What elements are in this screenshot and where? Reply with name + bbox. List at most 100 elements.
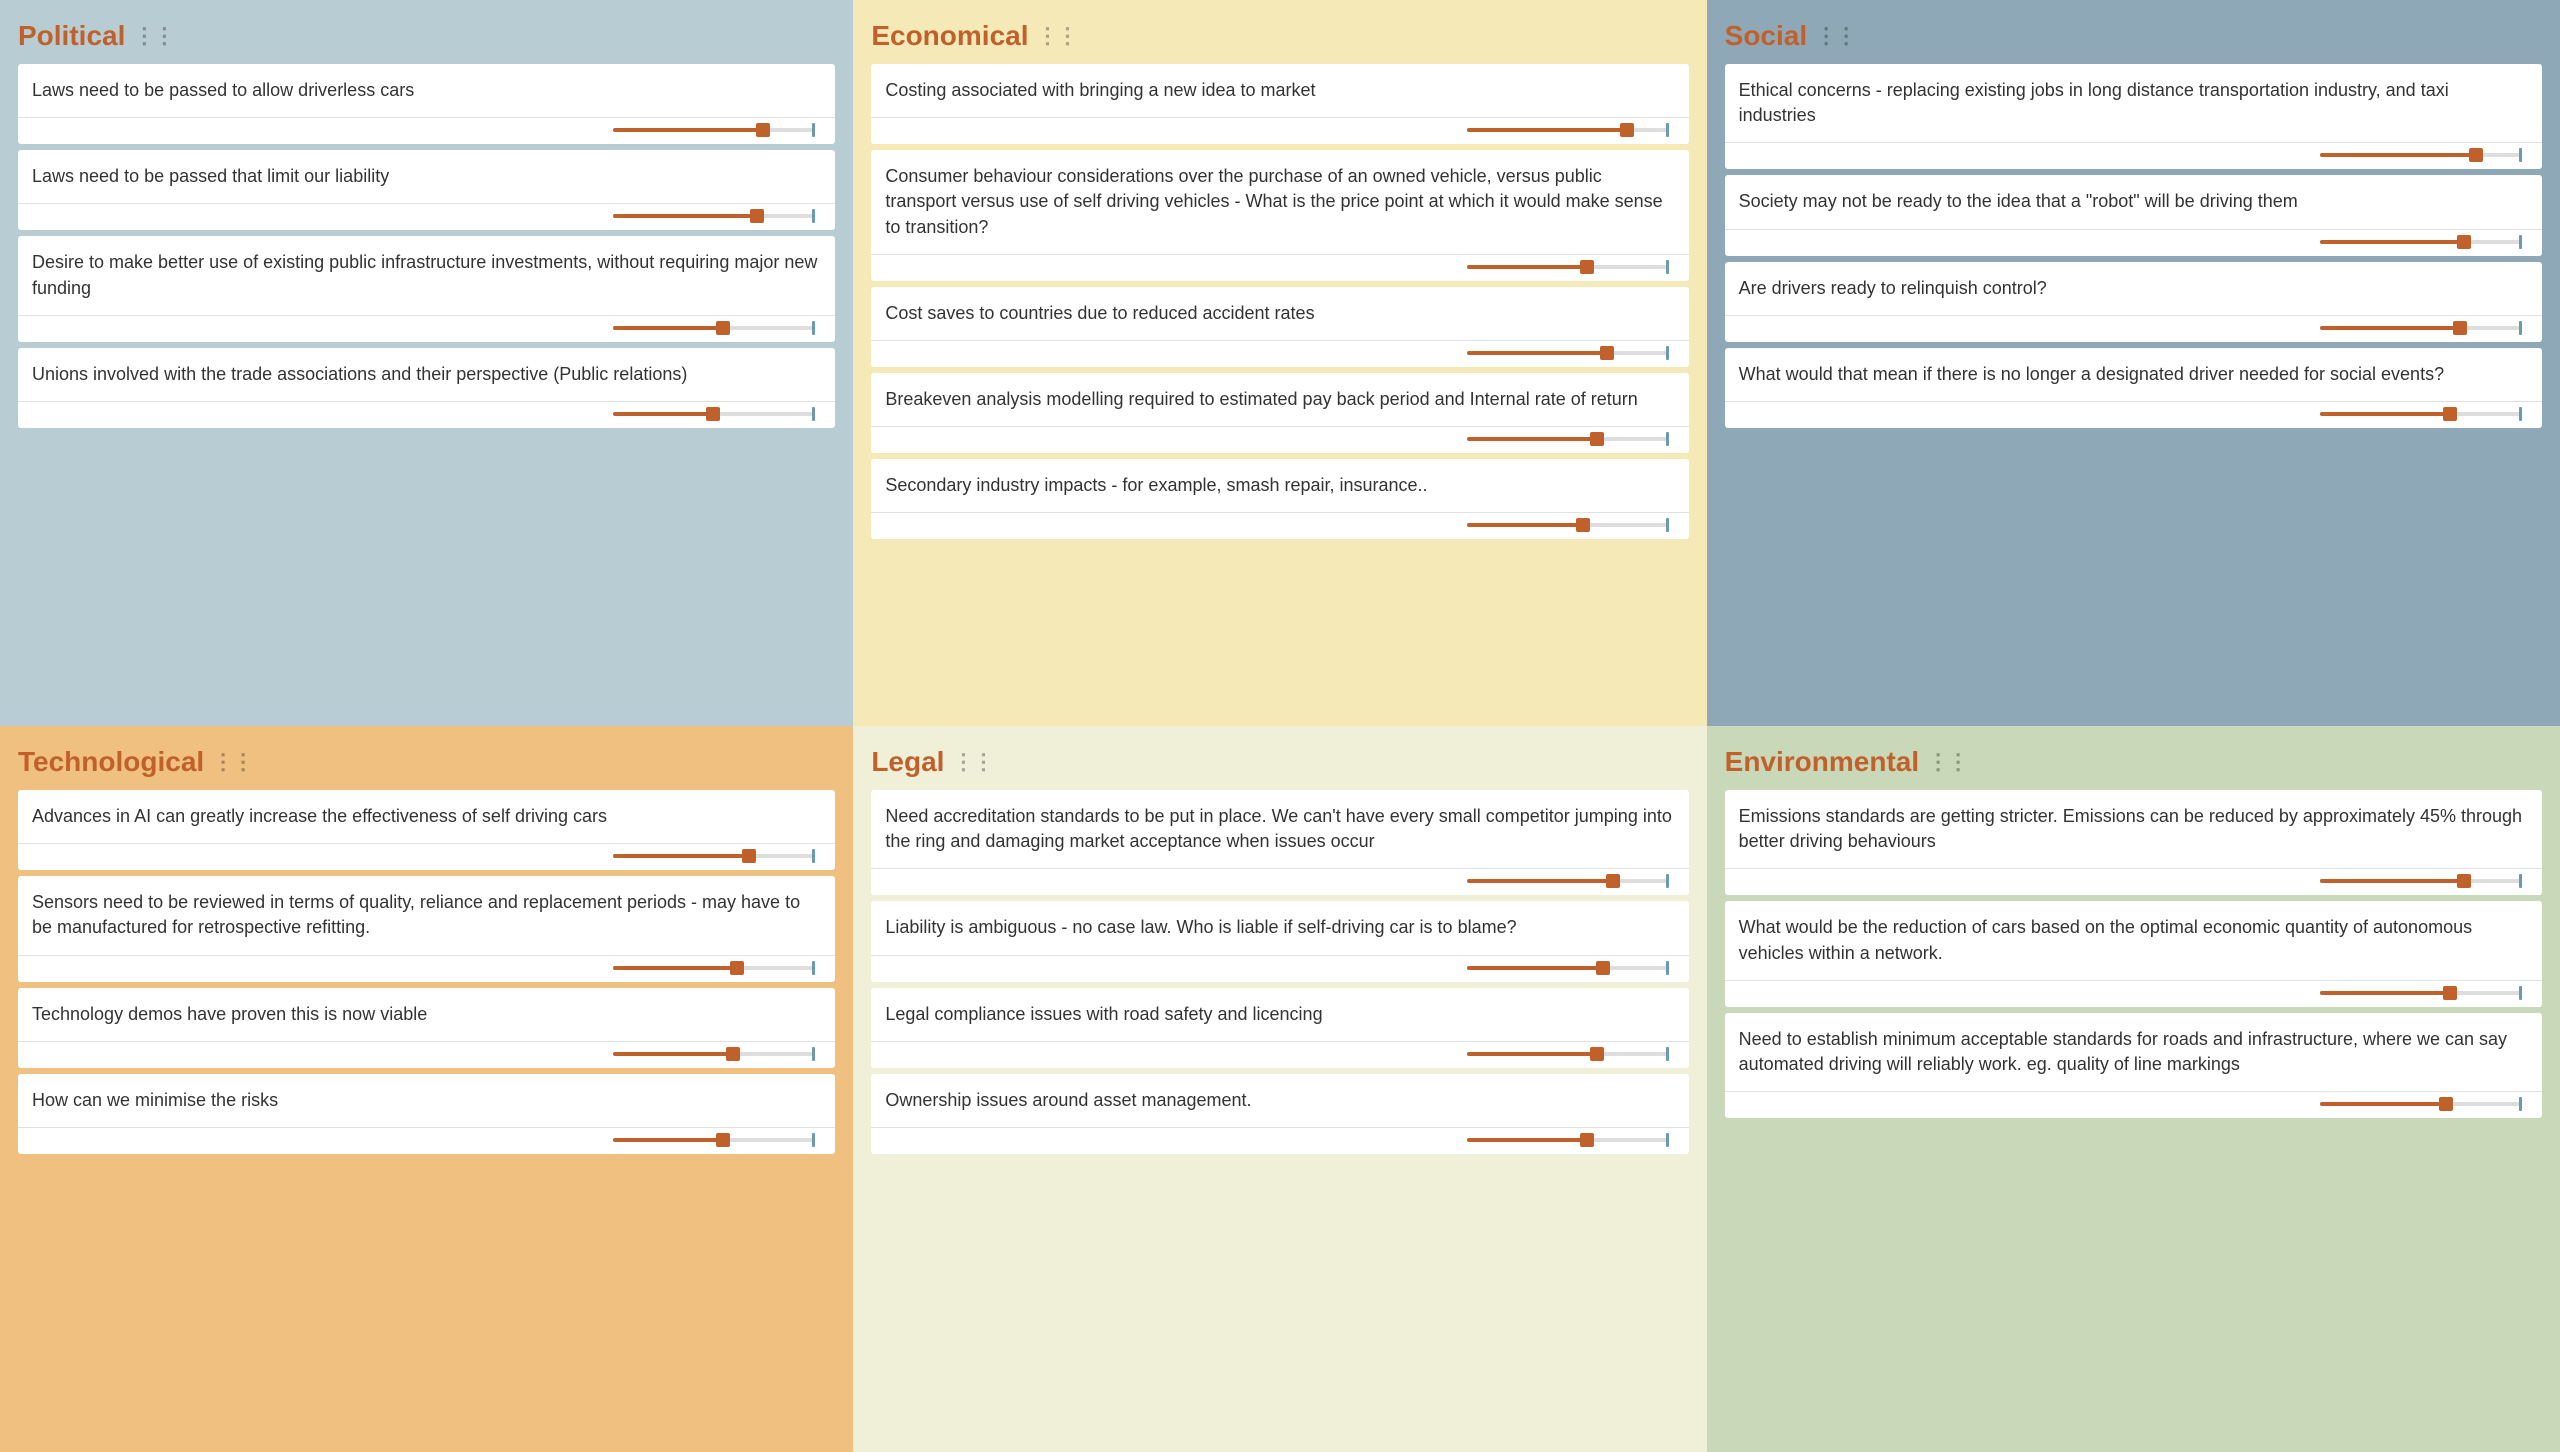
economical-card-2[interactable]: Cost saves to countries due to reduced a…: [871, 287, 1688, 367]
technological-card-3-slider-handle[interactable]: [716, 1133, 730, 1147]
economical-card-1-slider-handle[interactable]: [1580, 260, 1594, 274]
economical-card-1-slider-track[interactable]: [1467, 265, 1667, 269]
political-card-3-slider-handle[interactable]: [706, 407, 720, 421]
political-card-0-divider: [18, 117, 835, 118]
legal-card-3-slider-handle[interactable]: [1580, 1133, 1594, 1147]
social-card-3-slider-track[interactable]: [2320, 412, 2520, 416]
economical-card-1[interactable]: Consumer behaviour considerations over t…: [871, 150, 1688, 281]
social-card-0[interactable]: Ethical concerns - replacing existing jo…: [1725, 64, 2542, 169]
economical-card-3-slider-container: [885, 437, 1674, 445]
legal-card-3[interactable]: Ownership issues around asset management…: [871, 1074, 1688, 1154]
social-card-2-slider-fill: [2320, 326, 2460, 330]
environmental-card-1[interactable]: What would be the reduction of cars base…: [1725, 901, 2542, 1006]
social-card-2[interactable]: Are drivers ready to relinquish control?: [1725, 262, 2542, 342]
environmental-card-2-slider-handle[interactable]: [2439, 1097, 2453, 1111]
economical-card-4[interactable]: Secondary industry impacts - for example…: [871, 459, 1688, 539]
social-drag-dots[interactable]: ⋮⋮: [1815, 23, 1855, 49]
technological-card-2[interactable]: Technology demos have proven this is now…: [18, 988, 835, 1068]
environmental-card-0-slider-handle[interactable]: [2457, 874, 2471, 888]
social-card-1[interactable]: Society may not be ready to the idea tha…: [1725, 175, 2542, 255]
economical-card-3[interactable]: Breakeven analysis modelling required to…: [871, 373, 1688, 453]
legal-card-3-text: Ownership issues around asset management…: [885, 1088, 1674, 1113]
technological-card-3-text: How can we minimise the risks: [32, 1088, 821, 1113]
political-card-2-slider-handle[interactable]: [716, 321, 730, 335]
political-card-1-slider-track[interactable]: [613, 214, 813, 218]
social-card-3-slider-handle[interactable]: [2443, 407, 2457, 421]
legal-card-2-slider-handle[interactable]: [1590, 1047, 1604, 1061]
technological-card-2-slider-handle[interactable]: [726, 1047, 740, 1061]
political-card-2[interactable]: Desire to make better use of existing pu…: [18, 236, 835, 341]
technological-card-0[interactable]: Advances in AI can greatly increase the …: [18, 790, 835, 870]
social-card-1-slider-track[interactable]: [2320, 240, 2520, 244]
technological-card-3-slider-track[interactable]: [613, 1138, 813, 1142]
social-card-0-slider-handle[interactable]: [2469, 148, 2483, 162]
environmental-card-1-slider-handle[interactable]: [2443, 986, 2457, 1000]
political-card-1[interactable]: Laws need to be passed that limit our li…: [18, 150, 835, 230]
technological-card-0-slider-handle[interactable]: [742, 849, 756, 863]
social-card-2-slider-handle[interactable]: [2453, 321, 2467, 335]
environmental-card-2[interactable]: Need to establish minimum acceptable sta…: [1725, 1013, 2542, 1118]
economical-card-3-slider-handle[interactable]: [1590, 432, 1604, 446]
legal-card-1-slider-handle[interactable]: [1596, 961, 1610, 975]
economical-card-4-slider-track[interactable]: [1467, 523, 1667, 527]
political-card-3-slider-track[interactable]: [613, 412, 813, 416]
technological-card-0-slider-track[interactable]: [613, 854, 813, 858]
legal-card-2-slider-track[interactable]: [1467, 1052, 1667, 1056]
legal-drag-dots[interactable]: ⋮⋮: [952, 749, 992, 775]
environmental-card-0-slider-container: [1739, 879, 2528, 887]
political-card-0[interactable]: Laws need to be passed to allow driverle…: [18, 64, 835, 144]
economical-card-0-slider-handle[interactable]: [1620, 123, 1634, 137]
social-card-2-slider-end-marker: [2519, 321, 2522, 335]
political-drag-dots[interactable]: ⋮⋮: [133, 23, 173, 49]
economical-card-0[interactable]: Costing associated with bringing a new i…: [871, 64, 1688, 144]
legal-card-3-slider-track[interactable]: [1467, 1138, 1667, 1142]
economical-card-2-slider-track[interactable]: [1467, 351, 1667, 355]
technological-card-2-divider: [18, 1041, 835, 1042]
economical-card-3-slider-track[interactable]: [1467, 437, 1667, 441]
economical-card-0-slider-track[interactable]: [1467, 128, 1667, 132]
economical-card-4-slider-handle[interactable]: [1576, 518, 1590, 532]
environmental-card-0-slider-track[interactable]: [2320, 879, 2520, 883]
political-card-3-slider-fill: [613, 412, 713, 416]
political-card-3[interactable]: Unions involved with the trade associati…: [18, 348, 835, 428]
social-card-3[interactable]: What would that mean if there is no long…: [1725, 348, 2542, 428]
social-card-0-slider-track[interactable]: [2320, 153, 2520, 157]
economical-card-1-slider-fill: [1467, 265, 1587, 269]
political-card-1-text: Laws need to be passed that limit our li…: [32, 164, 821, 189]
technological-card-1[interactable]: Sensors need to be reviewed in terms of …: [18, 876, 835, 981]
environmental-card-0[interactable]: Emissions standards are getting stricter…: [1725, 790, 2542, 895]
environmental-card-1-slider-container: [1739, 991, 2528, 999]
legal-card-0-slider-handle[interactable]: [1606, 874, 1620, 888]
political-card-1-slider-handle[interactable]: [750, 209, 764, 223]
political-card-0-slider-handle[interactable]: [756, 123, 770, 137]
political-card-2-slider-track[interactable]: [613, 326, 813, 330]
social-card-3-slider-container: [1739, 412, 2528, 420]
technological-card-1-slider-track[interactable]: [613, 966, 813, 970]
legal-card-0-slider-track[interactable]: [1467, 879, 1667, 883]
technological-drag-dots[interactable]: ⋮⋮: [212, 749, 252, 775]
political-card-0-slider-track[interactable]: [613, 128, 813, 132]
social-card-1-slider-fill: [2320, 240, 2464, 244]
environmental-drag-dots[interactable]: ⋮⋮: [1927, 749, 1967, 775]
legal-card-0-text: Need accreditation standards to be put i…: [885, 804, 1674, 854]
technological-card-2-slider-track[interactable]: [613, 1052, 813, 1056]
social-card-3-text: What would that mean if there is no long…: [1739, 362, 2528, 387]
legal-card-3-divider: [871, 1127, 1688, 1128]
technological-card-1-slider-handle[interactable]: [730, 961, 744, 975]
category-social: Social ⋮⋮Ethical concerns - replacing ex…: [1707, 0, 2560, 726]
social-card-1-slider-end-marker: [2519, 235, 2522, 249]
legal-card-0[interactable]: Need accreditation standards to be put i…: [871, 790, 1688, 895]
legal-card-1[interactable]: Liability is ambiguous - no case law. Wh…: [871, 901, 1688, 981]
legal-card-2[interactable]: Legal compliance issues with road safety…: [871, 988, 1688, 1068]
environmental-card-2-slider-track[interactable]: [2320, 1102, 2520, 1106]
political-card-2-text: Desire to make better use of existing pu…: [32, 250, 821, 300]
environmental-card-1-slider-track[interactable]: [2320, 991, 2520, 995]
legal-card-1-slider-track[interactable]: [1467, 966, 1667, 970]
social-card-1-slider-handle[interactable]: [2457, 235, 2471, 249]
economical-card-2-slider-handle[interactable]: [1600, 346, 1614, 360]
economical-card-2-slider-fill: [1467, 351, 1607, 355]
technological-card-3[interactable]: How can we minimise the risks: [18, 1074, 835, 1154]
environmental-card-2-slider-container: [1739, 1102, 2528, 1110]
economical-drag-dots[interactable]: ⋮⋮: [1037, 23, 1077, 49]
social-card-2-slider-track[interactable]: [2320, 326, 2520, 330]
